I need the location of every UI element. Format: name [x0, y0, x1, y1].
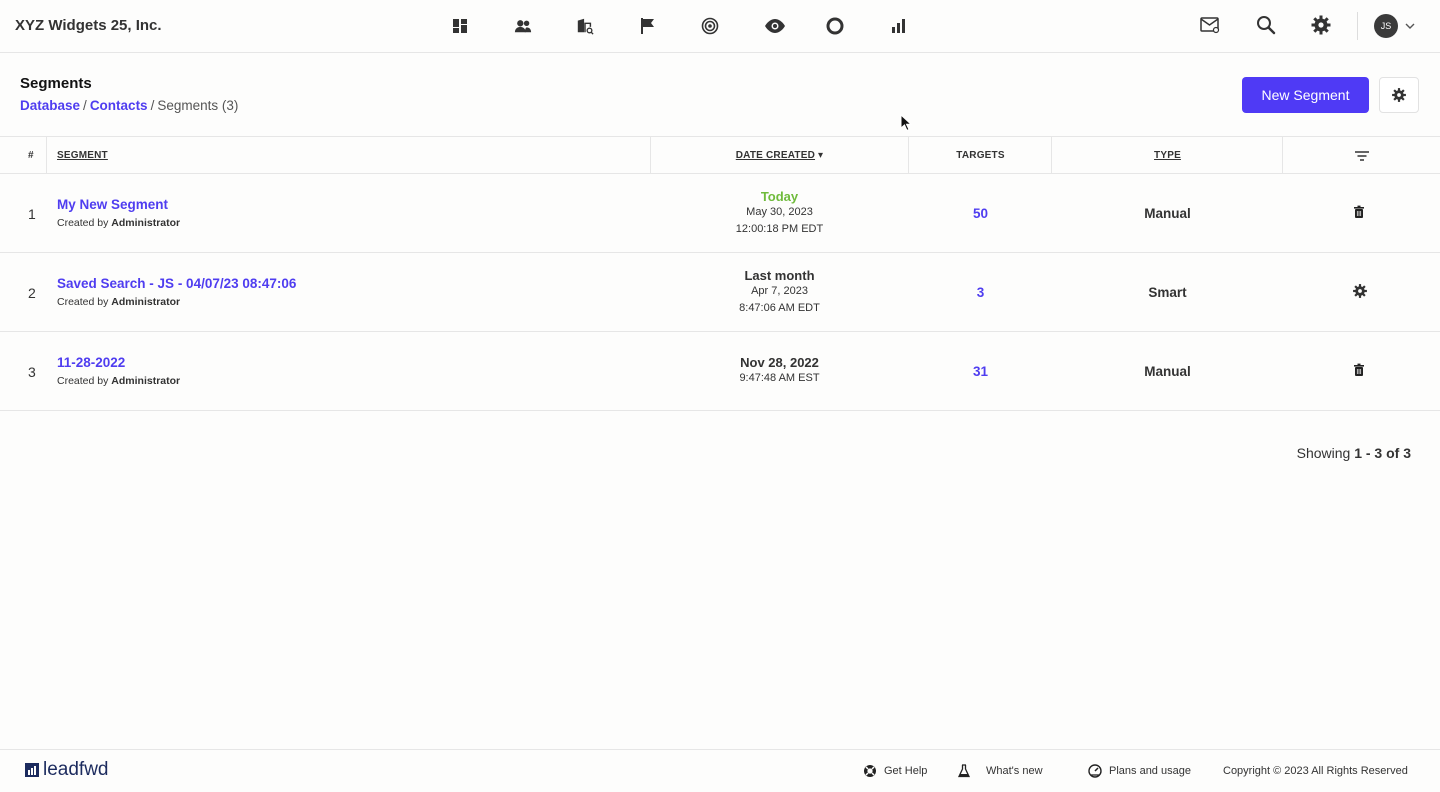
pagination-summary: Showing 1 - 3 of 3	[1297, 445, 1411, 461]
created-by-prefix: Created by	[57, 375, 112, 387]
reports-bar-icon[interactable]	[886, 14, 949, 38]
row-number: 1	[28, 206, 36, 222]
pagination-prefix: Showing	[1296, 445, 1355, 461]
date-value: May 30, 2023	[746, 206, 813, 218]
accounts-icon[interactable]	[573, 14, 636, 38]
pagination-range: 1 - 3 of 3	[1354, 445, 1411, 461]
segments-table: # SEGMENT DATE CREATED ▾ TARGETS TYPE 1 M…	[0, 136, 1440, 411]
leadfwd-logo[interactable]: leadfwd	[25, 759, 109, 781]
gear-icon[interactable]	[1310, 14, 1334, 38]
page-title: Segments	[20, 75, 92, 92]
created-by: Created by Administrator	[57, 375, 180, 387]
col-divider	[46, 137, 47, 174]
segments-settings-button[interactable]	[1379, 77, 1419, 113]
col-targets: TARGETS	[956, 150, 1005, 161]
breadcrumb: Database / Contacts / Segments (3)	[20, 98, 239, 113]
trash-icon[interactable]	[1352, 363, 1370, 381]
top-navbar: XYZ Widgets 25, Inc. JS	[0, 0, 1440, 53]
date-relative: Nov 28, 2022	[740, 355, 819, 370]
gear-icon[interactable]	[1352, 283, 1370, 301]
col-segment[interactable]: SEGMENT	[57, 137, 108, 174]
targets-count-link[interactable]: 31	[909, 364, 1052, 379]
col-divider	[1282, 137, 1283, 174]
segment-name-link[interactable]: 11-28-2022	[57, 355, 125, 370]
table-header: # SEGMENT DATE CREATED ▾ TARGETS TYPE	[0, 136, 1440, 174]
plans-usage-label[interactable]: Plans and usage	[1109, 765, 1191, 777]
copyright: Copyright © 2023 All Rights Reserved	[1223, 765, 1408, 777]
gear-icon	[1392, 88, 1406, 102]
date-created-cell: Nov 28, 2022 9:47:48 AM EST	[650, 355, 909, 387]
created-by-user: Administrator	[111, 375, 181, 387]
user-avatar[interactable]: JS	[1374, 14, 1398, 38]
trash-icon[interactable]	[1352, 205, 1370, 223]
nav-divider	[1357, 12, 1358, 40]
breadcrumb-contacts[interactable]: Contacts	[90, 98, 148, 113]
segment-type: Manual	[1144, 364, 1191, 379]
created-by-user: Administrator	[111, 217, 181, 229]
time-value: 8:47:06 AM EDT	[739, 302, 820, 314]
col-date-created[interactable]: DATE CREATED ▾	[650, 137, 909, 174]
breadcrumb-database[interactable]: Database	[20, 98, 80, 113]
filter-columns-icon[interactable]	[1353, 137, 1371, 174]
mail-icon[interactable]	[1199, 14, 1223, 38]
col-segment-label[interactable]: SEGMENT	[57, 150, 108, 161]
table-row: 2 Saved Search - JS - 04/07/23 08:47:06 …	[0, 253, 1440, 332]
date-created-cell: Last month Apr 7, 2023 8:47:06 AM EDT	[650, 268, 909, 317]
breadcrumb-current: Segments (3)	[157, 98, 239, 113]
whats-new-link[interactable]: What's new	[957, 764, 1043, 778]
date-value: Apr 7, 2023	[751, 285, 808, 297]
row-number: 2	[28, 285, 36, 301]
sort-desc-icon[interactable]: ▾	[818, 150, 823, 161]
created-by: Created by Administrator	[57, 217, 180, 229]
plans-usage-link[interactable]: Plans and usage	[1088, 764, 1191, 778]
date-relative: Today	[760, 189, 799, 204]
gauge-icon	[1088, 764, 1102, 778]
campaigns-flag-icon[interactable]	[636, 14, 699, 38]
search-icon[interactable]	[1255, 14, 1279, 38]
table-row: 3 11-28-2022 Created by Administrator No…	[0, 332, 1440, 411]
chevron-down-icon[interactable]	[1404, 19, 1416, 31]
circle-icon[interactable]	[823, 14, 886, 38]
get-help-label[interactable]: Get Help	[884, 765, 927, 777]
col-type-label[interactable]: TYPE	[1154, 150, 1181, 161]
contacts-icon[interactable]	[511, 14, 574, 38]
whats-new-label[interactable]: What's new	[986, 765, 1043, 777]
row-number: 3	[28, 364, 36, 380]
col-type[interactable]: TYPE	[1052, 137, 1283, 174]
targets-count-link[interactable]: 3	[909, 285, 1052, 300]
segment-type: Smart	[1148, 285, 1187, 300]
mouse-cursor-icon	[900, 114, 912, 132]
main-nav	[448, 14, 948, 38]
segment-name-link[interactable]: My New Segment	[57, 197, 168, 212]
logo-mark-icon	[25, 763, 39, 777]
targets-count-link[interactable]: 50	[909, 206, 1052, 221]
company-name[interactable]: XYZ Widgets 25, Inc.	[15, 17, 162, 34]
created-by-prefix: Created by	[57, 296, 112, 308]
segment-name-link[interactable]: Saved Search - JS - 04/07/23 08:47:06	[57, 276, 296, 291]
new-segment-button[interactable]: New Segment	[1242, 77, 1369, 113]
created-by: Created by Administrator	[57, 296, 180, 308]
segment-type: Manual	[1144, 206, 1191, 221]
lifebuoy-icon	[864, 765, 876, 777]
col-num: #	[28, 150, 34, 161]
visitors-eye-icon[interactable]	[761, 14, 824, 38]
flask-icon	[957, 764, 971, 778]
created-by-prefix: Created by	[57, 217, 112, 229]
created-by-user: Administrator	[111, 296, 181, 308]
footer: leadfwd Get Help What's new Plans and us…	[0, 749, 1440, 792]
targets-icon[interactable]	[698, 14, 761, 38]
date-created-cell: Today May 30, 2023 12:00:18 PM EDT	[650, 189, 909, 238]
time-value: 12:00:18 PM EDT	[735, 223, 824, 235]
col-date-created-label[interactable]: DATE CREATED	[736, 150, 815, 161]
logo-text: leadfwd	[43, 759, 109, 780]
date-relative: Last month	[744, 268, 815, 283]
get-help-link[interactable]: Get Help	[863, 764, 927, 778]
dashboard-icon[interactable]	[448, 14, 511, 38]
time-value: 9:47:48 AM EST	[739, 372, 820, 384]
table-row: 1 My New Segment Created by Administrato…	[0, 174, 1440, 253]
